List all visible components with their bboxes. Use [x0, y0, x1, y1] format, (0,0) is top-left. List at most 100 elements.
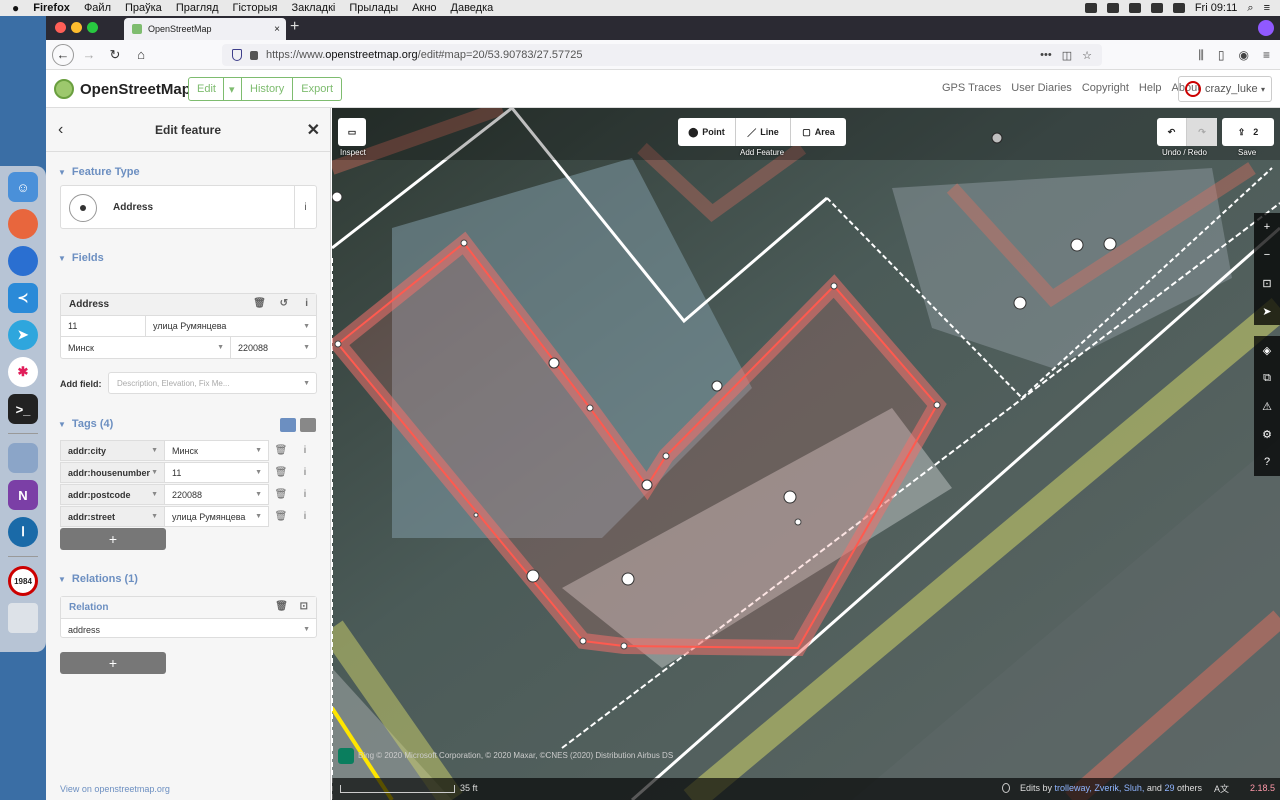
add-tag-button[interactable]: +	[60, 528, 166, 550]
finder-icon[interactable]: ☺	[8, 172, 38, 202]
relations-section[interactable]: ▼ Relations (1)	[58, 573, 138, 585]
firefox-icon[interactable]	[8, 209, 38, 239]
vertex[interactable]	[794, 518, 802, 526]
1password-icon[interactable]: Ⅰ	[8, 517, 38, 547]
geolocate-button[interactable]: ➤	[1254, 297, 1280, 325]
tag-key-input[interactable]: addr:postcode ▼	[60, 484, 165, 505]
library-icon[interactable]: ⫼	[1198, 48, 1204, 63]
street-input[interactable]: улица Румянцева ▼	[146, 316, 316, 336]
feature-type-section[interactable]: ▼ Feature Type	[58, 166, 140, 178]
scale-bar[interactable]	[340, 785, 455, 793]
close-tab-icon[interactable]: ×	[274, 24, 280, 35]
tag-value-input[interactable]: 220088 ▼	[165, 484, 269, 505]
redo-button[interactable]: ↷	[1187, 118, 1217, 146]
osm-logo[interactable]: OpenStreetMap	[54, 79, 191, 99]
info-icon[interactable]: i	[305, 298, 308, 309]
preview-icon[interactable]	[8, 443, 38, 473]
url-bar[interactable]: https://www. openstreetmap.org /edit#map…	[222, 44, 1102, 66]
tags-section[interactable]: ▼ Tags (4)	[58, 418, 113, 430]
menu-tools[interactable]: Прылады	[349, 2, 398, 14]
info-icon[interactable]: i	[293, 484, 317, 505]
menu-help[interactable]: Даведка	[451, 2, 494, 14]
zoom-out-button[interactable]: −	[1254, 241, 1280, 269]
contributor-links[interactable]: trolleway, Zverik, Sluh,	[1055, 783, 1145, 793]
zoom-window-button[interactable]	[87, 22, 98, 33]
status-icon[interactable]	[1084, 3, 1097, 13]
view-on-osm-link[interactable]: View on openstreetmap.org	[60, 784, 170, 794]
city-input[interactable]: Минск ▼	[61, 337, 231, 358]
avatar-folder-icon[interactable]: 1984	[8, 566, 38, 596]
tracking-protection-icon[interactable]	[232, 49, 242, 61]
entrance-icon[interactable]	[711, 380, 723, 392]
vertex[interactable]	[586, 404, 594, 412]
map-data-button[interactable]: ⧉	[1254, 364, 1280, 392]
preferences-button[interactable]: ⚙	[1254, 420, 1280, 448]
control-center-icon[interactable]: ≡	[1264, 2, 1270, 14]
pin-icon[interactable]	[1070, 238, 1084, 252]
reload-button[interactable]: ↻	[104, 44, 126, 66]
apple-icon[interactable]: ●	[12, 1, 19, 15]
menu-edit[interactable]: Праўка	[125, 2, 162, 14]
pin-icon[interactable]	[1103, 237, 1117, 251]
vertex[interactable]	[662, 452, 670, 460]
minimize-window-button[interactable]	[71, 22, 82, 33]
trash-icon[interactable]: 🗑	[253, 298, 266, 309]
tag-key-input[interactable]: addr:street ▼	[60, 506, 165, 527]
tag-value-input[interactable]: улица Румянцева ▼	[165, 506, 269, 527]
feature-type-card[interactable]: Address i	[60, 185, 317, 229]
user-menu-button[interactable]: crazy_luke ▾	[1178, 76, 1272, 102]
inspect-button[interactable]: ▭	[338, 118, 366, 146]
menu-bookmarks[interactable]: Закладкі	[291, 2, 335, 14]
slack-icon[interactable]: ✱	[8, 357, 38, 387]
relation-header[interactable]: Relation 🗑 ⊡	[61, 597, 316, 619]
menu-history[interactable]: Гісторыя	[233, 2, 278, 14]
edit-button[interactable]: Edit	[188, 77, 224, 101]
close-window-button[interactable]	[55, 22, 66, 33]
account-icon[interactable]: ◉	[1239, 48, 1249, 63]
trash-icon[interactable]	[8, 603, 38, 633]
add-area-button[interactable]: ▢ Area	[791, 118, 846, 146]
trash-icon[interactable]: 🗑	[275, 601, 288, 612]
tab-openstreetmap[interactable]: OpenStreetMap ×	[124, 18, 286, 40]
telegram-icon[interactable]: ➤	[8, 320, 38, 350]
vscode-icon[interactable]: ≺	[8, 283, 38, 313]
history-button[interactable]: History	[242, 77, 294, 101]
battery-icon[interactable]	[1172, 3, 1185, 13]
info-icon[interactable]: i	[293, 506, 317, 527]
bookmark-star-icon[interactable]: ☆	[1082, 49, 1092, 62]
list-view-icon[interactable]	[280, 418, 296, 432]
search-icon[interactable]: ⌕	[1247, 2, 1253, 15]
vertex[interactable]	[334, 340, 342, 348]
sidebar-toggle-icon[interactable]: ▯	[1218, 48, 1225, 63]
menu-app[interactable]: Firefox	[33, 2, 70, 14]
copyright-link[interactable]: Copyright	[1082, 82, 1129, 94]
vertex[interactable]	[460, 239, 468, 247]
firefox-dev-icon[interactable]	[8, 246, 38, 276]
map-canvas[interactable]: ▭ Inspect ⬤ Point ／ Line ▢ Area Add Feature…	[332, 108, 1280, 800]
zoom-in-button[interactable]: +	[1254, 213, 1280, 241]
page-actions-icon[interactable]: •••	[1040, 49, 1052, 62]
entrance-icon[interactable]	[641, 479, 653, 491]
version-label[interactable]: 2.18.5	[1250, 783, 1275, 793]
tag-value-input[interactable]: Минск ▼	[165, 440, 269, 461]
postcode-input[interactable]: 220088 ▼	[231, 337, 316, 358]
trash-icon[interactable]: 🗑	[269, 506, 293, 527]
cloud-icon[interactable]	[1106, 3, 1119, 13]
tag-value-input[interactable]: 11 ▼	[165, 462, 269, 483]
onenote-icon[interactable]: N	[8, 480, 38, 510]
menu-file[interactable]: Файл	[84, 2, 111, 14]
background-layers-button[interactable]: ◈	[1254, 336, 1280, 364]
terminal-icon[interactable]: >_	[8, 394, 38, 424]
trash-icon[interactable]: 🗑	[269, 484, 293, 505]
relation-role-input[interactable]: address ▼	[61, 619, 316, 640]
back-button[interactable]: ←	[52, 43, 74, 66]
language-icon[interactable]: A文	[1214, 782, 1229, 795]
shop-pin-icon[interactable]	[621, 572, 635, 586]
export-button[interactable]: Export	[293, 77, 343, 101]
undo-button[interactable]: ↶	[1157, 118, 1187, 146]
add-line-button[interactable]: ／ Line	[736, 118, 791, 146]
info-icon[interactable]: i	[293, 462, 317, 483]
gps-traces-link[interactable]: GPS Traces	[942, 82, 1001, 94]
vertex[interactable]	[620, 642, 628, 650]
info-icon[interactable]: i	[293, 440, 317, 461]
